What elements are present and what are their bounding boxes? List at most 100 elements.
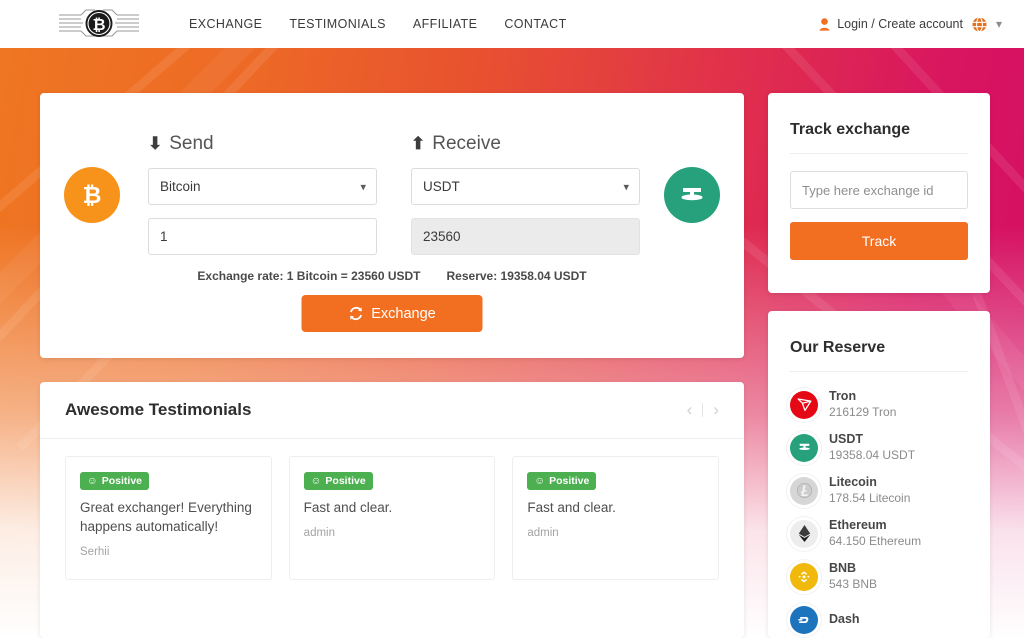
testimonial-text: Fast and clear. (527, 500, 616, 515)
reserve-item-amount: 543 BNB (829, 576, 878, 591)
exchange-columns: ⬇ Send Bitcoin ▾ ⬆ Receive (148, 133, 640, 255)
reserve-item-name: Dash (829, 611, 860, 626)
track-button[interactable]: Track (790, 222, 968, 260)
testimonial-card: ☺ Positive Fast and clear. admin (512, 456, 720, 580)
reserve-item-text: BNB 543 BNB (829, 561, 877, 592)
receive-amount-output: 23560 (411, 218, 640, 255)
reserve-item-usdt: USDT 19358.04 USDT (790, 426, 968, 469)
nav-item-affiliate[interactable]: AFFILIATE (413, 17, 478, 31)
receive-coin-badge (664, 167, 720, 223)
track-exchange-id-input[interactable] (790, 171, 968, 209)
refresh-icon (349, 306, 362, 321)
badge-label: Positive (325, 475, 366, 487)
reserve-item-text: Tron 216129 Tron (829, 389, 896, 420)
receive-heading: ⬆ Receive (411, 133, 640, 155)
reserve-item-text: USDT 19358.04 USDT (829, 432, 915, 463)
reserve-item-ethereum: Ethereum 64.150 Ethereum (790, 512, 968, 555)
site-logo[interactable]: ₿ (57, 4, 141, 44)
exchange-form-card: ₿ ⬇ Send Bitcoin ▾ 1 ⬆ Receive USDT ▾ 23… (40, 93, 744, 358)
badge-label: Positive (101, 475, 143, 487)
send-heading-label: Send (169, 133, 214, 154)
exchange-button[interactable]: Exchange (301, 295, 483, 332)
reserve-item-name: USDT (829, 432, 864, 447)
site-header: ₿ EXCHANGE TESTIMONIALS AFFILIATE CONTAC… (0, 0, 1024, 48)
reserve-item-name: Litecoin (829, 475, 877, 490)
reserve-item-name: BNB (829, 561, 857, 576)
header-actions: Login / Create account ▾ (819, 16, 1002, 32)
exchange-reserve-text: Reserve: 19358.04 USDT (446, 269, 587, 283)
smile-icon: ☺ (310, 475, 322, 487)
testimonial-card: ☺ Positive Fast and clear. admin (288, 456, 496, 580)
reserve-item-dash: Dash (790, 598, 968, 638)
our-reserve-card: Our Reserve Tron 216129 Tron USDT 19358.… (768, 311, 990, 638)
reserve-item-text: Dash (829, 612, 860, 628)
send-currency-select[interactable]: Bitcoin (148, 168, 377, 205)
testimonials-title: Awesome Testimonials (65, 400, 252, 419)
reserve-item-amount: 178.54 Litecoin (829, 490, 911, 505)
badge-label: Positive (549, 475, 590, 487)
testimonial-text: Great exchanger! Everything happens auto… (80, 500, 252, 534)
testimonial-text: Fast and clear. (303, 500, 393, 515)
main-navigation: EXCHANGE TESTIMONIALS AFFILIATE CONTACT (189, 17, 567, 31)
status-badge: ☺ Positive (80, 472, 150, 490)
divider (702, 403, 704, 417)
chevron-down-icon: ▾ (995, 17, 1002, 31)
tether-icon (681, 188, 703, 201)
receive-currency-wrap: USDT ▾ (411, 168, 640, 205)
track-exchange-body: Track (768, 154, 990, 260)
receive-heading-label: Receive (432, 133, 501, 154)
send-currency-wrap: Bitcoin ▾ (148, 168, 377, 205)
bitcoin-circuit-logo-icon: ₿ (59, 9, 139, 37)
globe-icon (972, 16, 987, 32)
testimonials-carousel-controls: ‹ › (687, 400, 719, 420)
login-create-account-link[interactable]: Login / Create account (819, 17, 963, 31)
testimonial-card: ☺ Positive Great exchanger! Everything h… (65, 456, 272, 580)
arrow-down-icon: ⬇ (148, 134, 163, 153)
reserve-item-name: Tron (829, 389, 857, 404)
reserve-item-text: Ethereum 64.150 Ethereum (829, 518, 921, 549)
testimonial-author: admin (527, 526, 559, 539)
reserve-item-amount: 216129 Tron (829, 404, 897, 419)
reserve-item-amount: 19358.04 USDT (829, 447, 916, 462)
nav-item-exchange[interactable]: EXCHANGE (189, 17, 262, 31)
receive-column: ⬆ Receive USDT ▾ 23560 (411, 133, 640, 255)
testimonials-list: ☺ Positive Great exchanger! Everything h… (40, 439, 744, 580)
bnb-icon (790, 562, 818, 591)
arrow-up-icon: ⬆ (411, 134, 426, 153)
dash-icon (790, 605, 818, 634)
svg-text:₿: ₿ (83, 183, 102, 209)
user-icon (819, 17, 830, 31)
track-exchange-card: Track exchange Track (768, 93, 990, 293)
tether-icon (790, 433, 818, 462)
exchange-rate-row: Exchange rate: 1 Bitcoin = 23560 USDT Re… (40, 269, 744, 283)
smile-icon: ☺ (87, 475, 98, 487)
reserve-item-name: Ethereum (829, 518, 887, 533)
language-switcher[interactable]: ▾ (972, 16, 1002, 32)
send-column: ⬇ Send Bitcoin ▾ (148, 133, 377, 255)
login-label: Login / Create account (837, 17, 963, 31)
svg-text:₿: ₿ (92, 15, 105, 34)
receive-currency-select[interactable]: USDT (411, 168, 640, 205)
tron-icon (790, 390, 818, 419)
track-exchange-title: Track exchange (790, 121, 911, 138)
reserve-item-litecoin: Litecoin 178.54 Litecoin (790, 469, 968, 512)
reserve-item-tron: Tron 216129 Tron (790, 383, 968, 426)
status-badge: ☺ Positive (527, 472, 597, 490)
send-amount-input[interactable] (148, 218, 377, 255)
nav-item-contact[interactable]: CONTACT (504, 17, 566, 31)
testimonial-author: Serhii (80, 545, 110, 558)
testimonials-card: Awesome Testimonials ‹ › ☺ Positive Grea… (40, 382, 744, 638)
reserve-item-amount: 64.150 Ethereum (829, 533, 922, 548)
chevron-right-icon[interactable]: › (713, 400, 719, 420)
litecoin-icon (790, 476, 818, 505)
exchange-rate-text: Exchange rate: 1 Bitcoin = 23560 USDT (197, 269, 421, 283)
page-root: ₿ EXCHANGE TESTIMONIALS AFFILIATE CONTAC… (0, 0, 1024, 638)
status-badge: ☺ Positive (303, 472, 373, 490)
testimonials-header: Awesome Testimonials ‹ › (40, 382, 744, 439)
smile-icon: ☺ (534, 475, 546, 487)
testimonial-author: admin (303, 526, 335, 539)
nav-item-testimonials[interactable]: TESTIMONIALS (289, 17, 385, 31)
reserve-item-text: Litecoin 178.54 Litecoin (829, 475, 910, 506)
chevron-left-icon[interactable]: ‹ (687, 400, 693, 420)
our-reserve-title: Our Reserve (790, 339, 886, 356)
